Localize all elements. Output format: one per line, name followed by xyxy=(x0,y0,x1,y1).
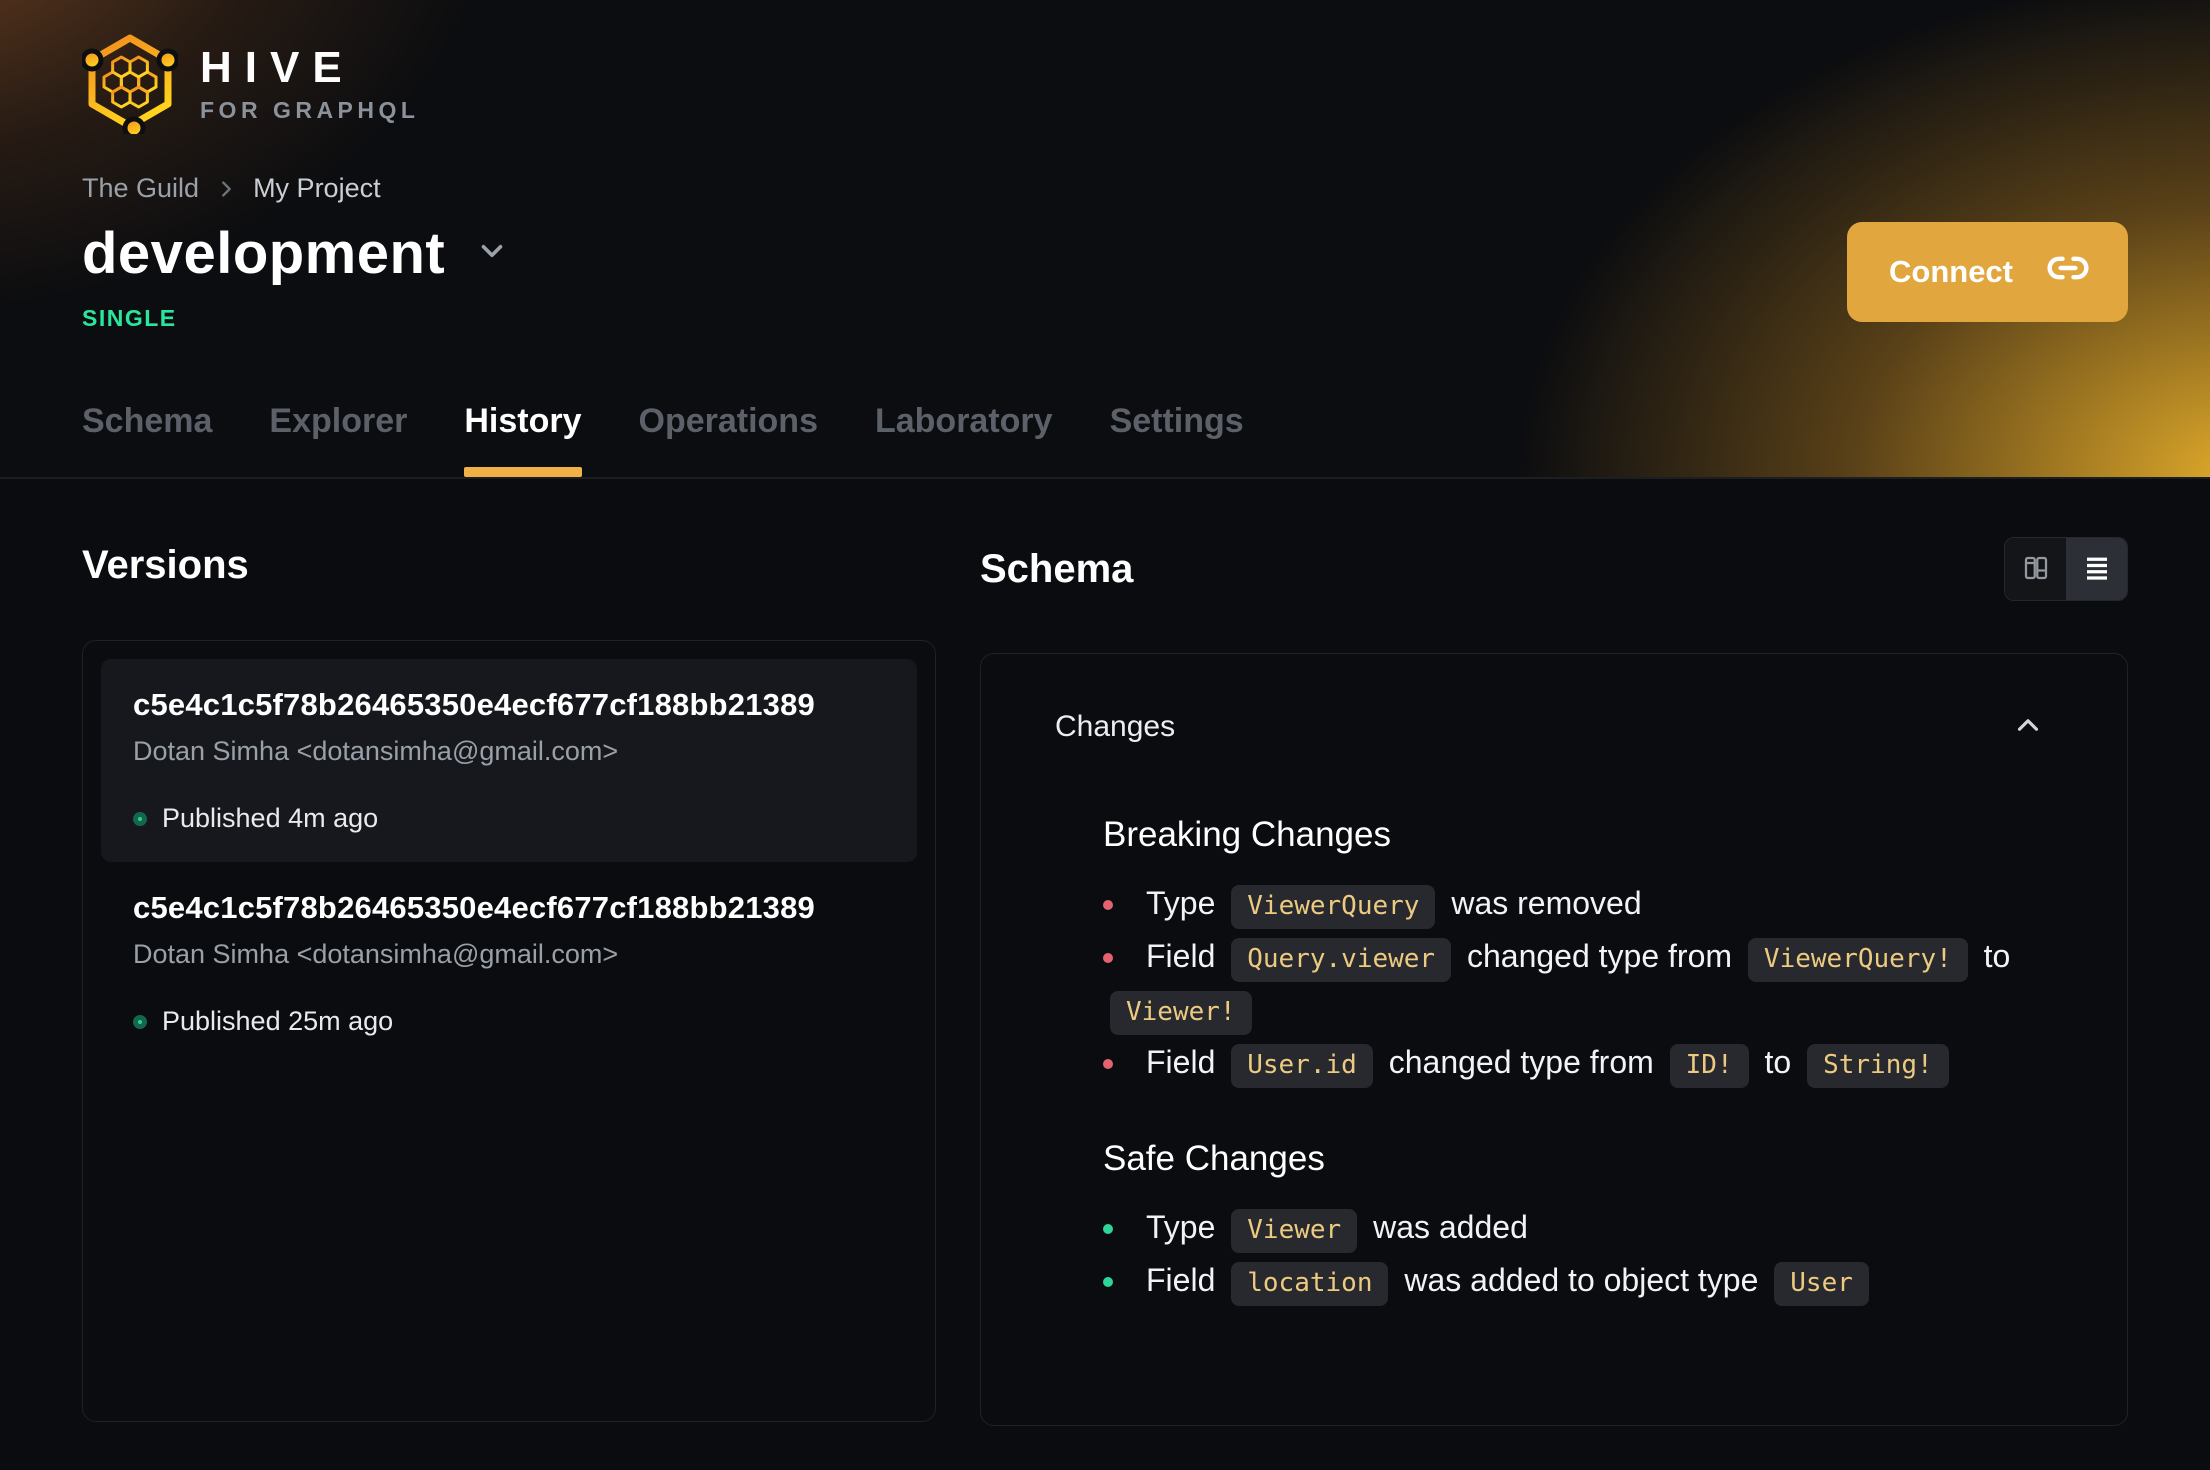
version-item[interactable]: c5e4c1c5f78b26465350e4ecf677cf188bb21389… xyxy=(101,862,917,1065)
code-chip: User xyxy=(1774,1262,1869,1306)
change-list: Type Viewer was added Field location was… xyxy=(1103,1201,2049,1307)
change-item: Type ViewerQuery was removed xyxy=(1103,877,2049,930)
change-item: Field User.id changed type from ID! to S… xyxy=(1103,1036,2049,1089)
change-text: Type xyxy=(1146,885,1216,921)
change-item: Type Viewer was added xyxy=(1103,1201,2049,1254)
tab-laboratory[interactable]: Laboratory xyxy=(875,402,1053,477)
page-title: development xyxy=(82,221,446,286)
list-view-button[interactable] xyxy=(2066,538,2127,600)
chevron-down-icon xyxy=(475,234,509,273)
link-icon xyxy=(2046,246,2090,298)
change-text: was removed xyxy=(1451,885,1642,921)
chevron-up-icon xyxy=(2011,708,2045,745)
change-item: Field location was added to object type … xyxy=(1103,1254,2049,1307)
main-content: Versions c5e4c1c5f78b26465350e4ecf677cf1… xyxy=(0,479,2210,1426)
breadcrumb-org[interactable]: The Guild xyxy=(82,173,199,204)
versions-heading: Versions xyxy=(82,543,249,587)
changes-label: Changes xyxy=(1055,709,1176,743)
code-chip: String! xyxy=(1807,1044,1949,1088)
published-dot-icon xyxy=(133,1014,147,1029)
changes-section-title: Breaking Changes xyxy=(1103,815,1391,854)
change-text: to xyxy=(1983,938,2011,974)
tab-explorer[interactable]: Explorer xyxy=(269,402,407,477)
changes-body: Breaking Changes Type ViewerQuery was rem… xyxy=(1055,815,2049,1307)
change-text: Type xyxy=(1146,1209,1216,1245)
columns-icon xyxy=(2021,553,2051,586)
hive-hexagon-icon xyxy=(80,28,180,140)
version-status-text: Published 25m ago xyxy=(162,1006,394,1036)
change-text: Field xyxy=(1146,1044,1216,1080)
version-author: Dotan Simha <dotansimha@gmail.com> xyxy=(133,736,619,766)
breadcrumb-project[interactable]: My Project xyxy=(253,173,381,204)
version-item[interactable]: c5e4c1c5f78b26465350e4ecf677cf188bb21389… xyxy=(101,659,917,862)
change-text: was added to object type xyxy=(1404,1262,1759,1298)
schema-column: Schema Changes Breaking Changes • Type V… xyxy=(980,479,2128,1426)
version-hash: c5e4c1c5f78b26465350e4ecf677cf188bb21389 xyxy=(133,890,815,925)
changes-collapse-header[interactable]: Changes xyxy=(1055,704,2049,749)
versions-column: Versions c5e4c1c5f78b26465350e4ecf677cf1… xyxy=(82,479,936,1426)
connect-button[interactable]: Connect xyxy=(1847,222,2128,322)
code-chip: ID! xyxy=(1669,1044,1749,1088)
changes-section-breaking: Breaking Changes Type ViewerQuery was rem… xyxy=(1103,815,2049,1089)
schema-heading: Schema xyxy=(980,546,1134,591)
tab-settings[interactable]: Settings xyxy=(1110,402,1244,477)
list-lines-icon xyxy=(2082,553,2112,586)
connect-button-label: Connect xyxy=(1889,254,2013,289)
change-list: Type ViewerQuery was removed Field Query… xyxy=(1103,877,2049,1089)
tab-schema[interactable]: Schema xyxy=(82,402,212,477)
changes-section-safe: Safe Changes Type Viewer was added Field … xyxy=(1103,1139,2049,1307)
hive-history-page: HIVE FOR GRAPHQL The Guild My Project de… xyxy=(0,0,2210,1426)
change-text: to xyxy=(1764,1044,1792,1080)
change-text: Field xyxy=(1146,938,1216,974)
versions-list: c5e4c1c5f78b26465350e4ecf677cf188bb21389… xyxy=(82,640,936,1422)
code-chip: location xyxy=(1231,1262,1389,1306)
brand-name: HIVE xyxy=(200,42,355,92)
code-chip: User.id xyxy=(1231,1044,1373,1088)
published-dot-icon xyxy=(133,811,147,826)
version-status: Published 25m ago xyxy=(133,1006,885,1037)
version-status-text: Published 4m ago xyxy=(162,803,379,833)
version-author: Dotan Simha <dotansimha@gmail.com> xyxy=(133,939,619,969)
tab-bar: Schema Explorer History Operations Laborator… xyxy=(82,402,1244,477)
change-item: Field Query.viewer changed type from Vie… xyxy=(1103,930,2049,1036)
code-chip: Viewer xyxy=(1231,1209,1358,1253)
change-text: was added xyxy=(1373,1209,1528,1245)
change-text: changed type from xyxy=(1466,938,1733,974)
app-header: HIVE FOR GRAPHQL The Guild My Project de… xyxy=(0,0,2210,479)
brand-tagline: FOR GRAPHQL xyxy=(200,96,420,123)
chevron-right-icon xyxy=(215,178,237,200)
changes-panel: Changes Breaking ChangesType ViewerQuery… xyxy=(980,653,2128,1426)
code-chip: Viewer! xyxy=(1110,991,1252,1035)
code-chip: Query.viewer xyxy=(1231,938,1452,982)
code-chip: ViewerQuery xyxy=(1231,885,1436,929)
view-mode-toggle xyxy=(2004,537,2128,601)
brand-logo[interactable]: HIVE FOR GRAPHQL xyxy=(80,0,420,140)
version-status: Published 4m ago xyxy=(133,803,885,834)
changes-section-title: Safe Changes xyxy=(1103,1139,1325,1178)
tab-operations[interactable]: Operations xyxy=(639,402,818,477)
version-hash: c5e4c1c5f78b26465350e4ecf677cf188bb21389 xyxy=(133,687,815,722)
collapse-button[interactable] xyxy=(2007,704,2049,749)
change-text: Field xyxy=(1146,1262,1216,1298)
change-text: changed type from xyxy=(1388,1044,1654,1080)
tab-history[interactable]: History xyxy=(464,402,582,477)
breadcrumb: The Guild My Project xyxy=(82,173,2210,204)
code-chip: ViewerQuery! xyxy=(1747,938,1968,982)
diff-view-button[interactable] xyxy=(2005,538,2066,600)
